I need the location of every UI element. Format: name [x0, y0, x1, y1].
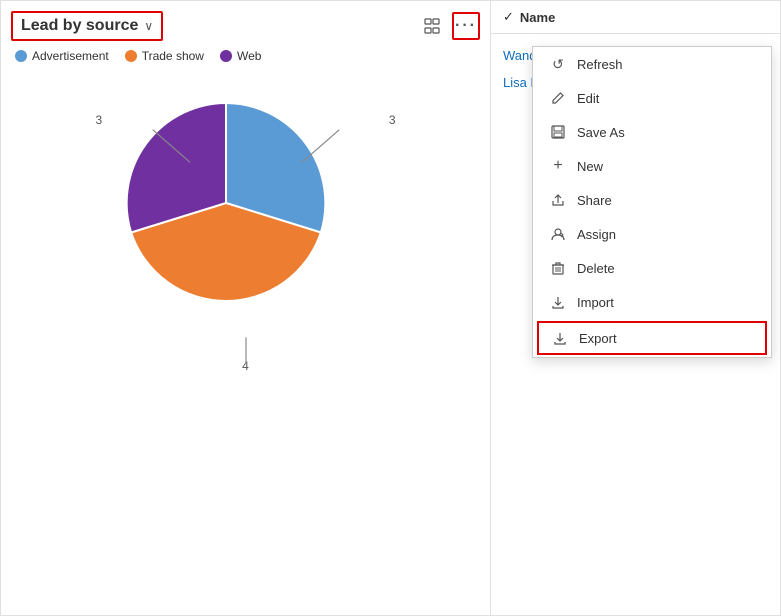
- menu-item-edit[interactable]: Edit: [533, 81, 771, 115]
- menu-label-new: New: [577, 159, 603, 174]
- new-icon: +: [549, 157, 567, 175]
- menu-item-import[interactable]: Import: [533, 285, 771, 319]
- menu-label-export: Export: [579, 331, 617, 346]
- import-icon: [549, 293, 567, 311]
- menu-item-save-as[interactable]: Save As: [533, 115, 771, 149]
- chart-title-wrapper: Lead by source ∨: [11, 11, 163, 41]
- menu-item-assign[interactable]: Assign: [533, 217, 771, 251]
- pie-chart-svg: [106, 83, 346, 323]
- chevron-down-icon: ∨: [144, 19, 153, 33]
- chart-title: Lead by source: [21, 17, 138, 35]
- menu-label-refresh: Refresh: [577, 57, 623, 72]
- menu-item-new[interactable]: + New: [533, 149, 771, 183]
- assign-icon: [549, 225, 567, 243]
- legend-dot-tradeshow: [125, 50, 137, 62]
- pie-label-web: 3: [96, 113, 103, 127]
- legend-label-tradeshow: Trade show: [142, 49, 204, 63]
- checkmark-icon: ✓: [503, 9, 514, 25]
- legend-dot-advertisement: [15, 50, 27, 62]
- legend-item-web: Web: [220, 49, 261, 63]
- refresh-icon: ↺: [549, 55, 567, 73]
- legend-item-tradeshow: Trade show: [125, 49, 204, 63]
- pie-label-advertisement: 3: [389, 113, 396, 127]
- legend-label-advertisement: Advertisement: [32, 49, 109, 63]
- menu-item-refresh[interactable]: ↺ Refresh: [533, 47, 771, 81]
- export-icon: [551, 329, 569, 347]
- chart-header-actions: ···: [418, 12, 480, 40]
- legend-dot-web: [220, 50, 232, 62]
- menu-label-save-as: Save As: [577, 125, 625, 140]
- menu-label-edit: Edit: [577, 91, 599, 106]
- menu-item-delete[interactable]: Delete: [533, 251, 771, 285]
- menu-item-export[interactable]: Export: [537, 321, 767, 355]
- share-icon: [549, 191, 567, 209]
- menu-label-share: Share: [577, 193, 612, 208]
- pie-chart-container: 3 3 4: [106, 83, 386, 363]
- edit-icon: [549, 89, 567, 107]
- chart-legend: Advertisement Trade show Web: [11, 49, 480, 63]
- pie-label-tradeshow: 4: [242, 359, 249, 373]
- menu-label-delete: Delete: [577, 261, 615, 276]
- delete-icon: [549, 259, 567, 277]
- right-panel-header: ✓ Name: [491, 1, 780, 34]
- main-container: Lead by source ∨ ···: [0, 0, 781, 616]
- chart-header: Lead by source ∨ ···: [11, 11, 480, 41]
- menu-label-assign: Assign: [577, 227, 616, 242]
- more-options-button[interactable]: ···: [452, 12, 480, 40]
- chart-panel: Lead by source ∨ ···: [1, 1, 491, 615]
- save-as-icon: [549, 123, 567, 141]
- legend-label-web: Web: [237, 49, 261, 63]
- dropdown-menu: ↺ Refresh Edit Save As + New: [532, 46, 772, 358]
- menu-item-share[interactable]: Share: [533, 183, 771, 217]
- column-name-header: Name: [520, 10, 555, 25]
- menu-label-import: Import: [577, 295, 614, 310]
- expand-icon[interactable]: [418, 12, 446, 40]
- legend-item-advertisement: Advertisement: [15, 49, 109, 63]
